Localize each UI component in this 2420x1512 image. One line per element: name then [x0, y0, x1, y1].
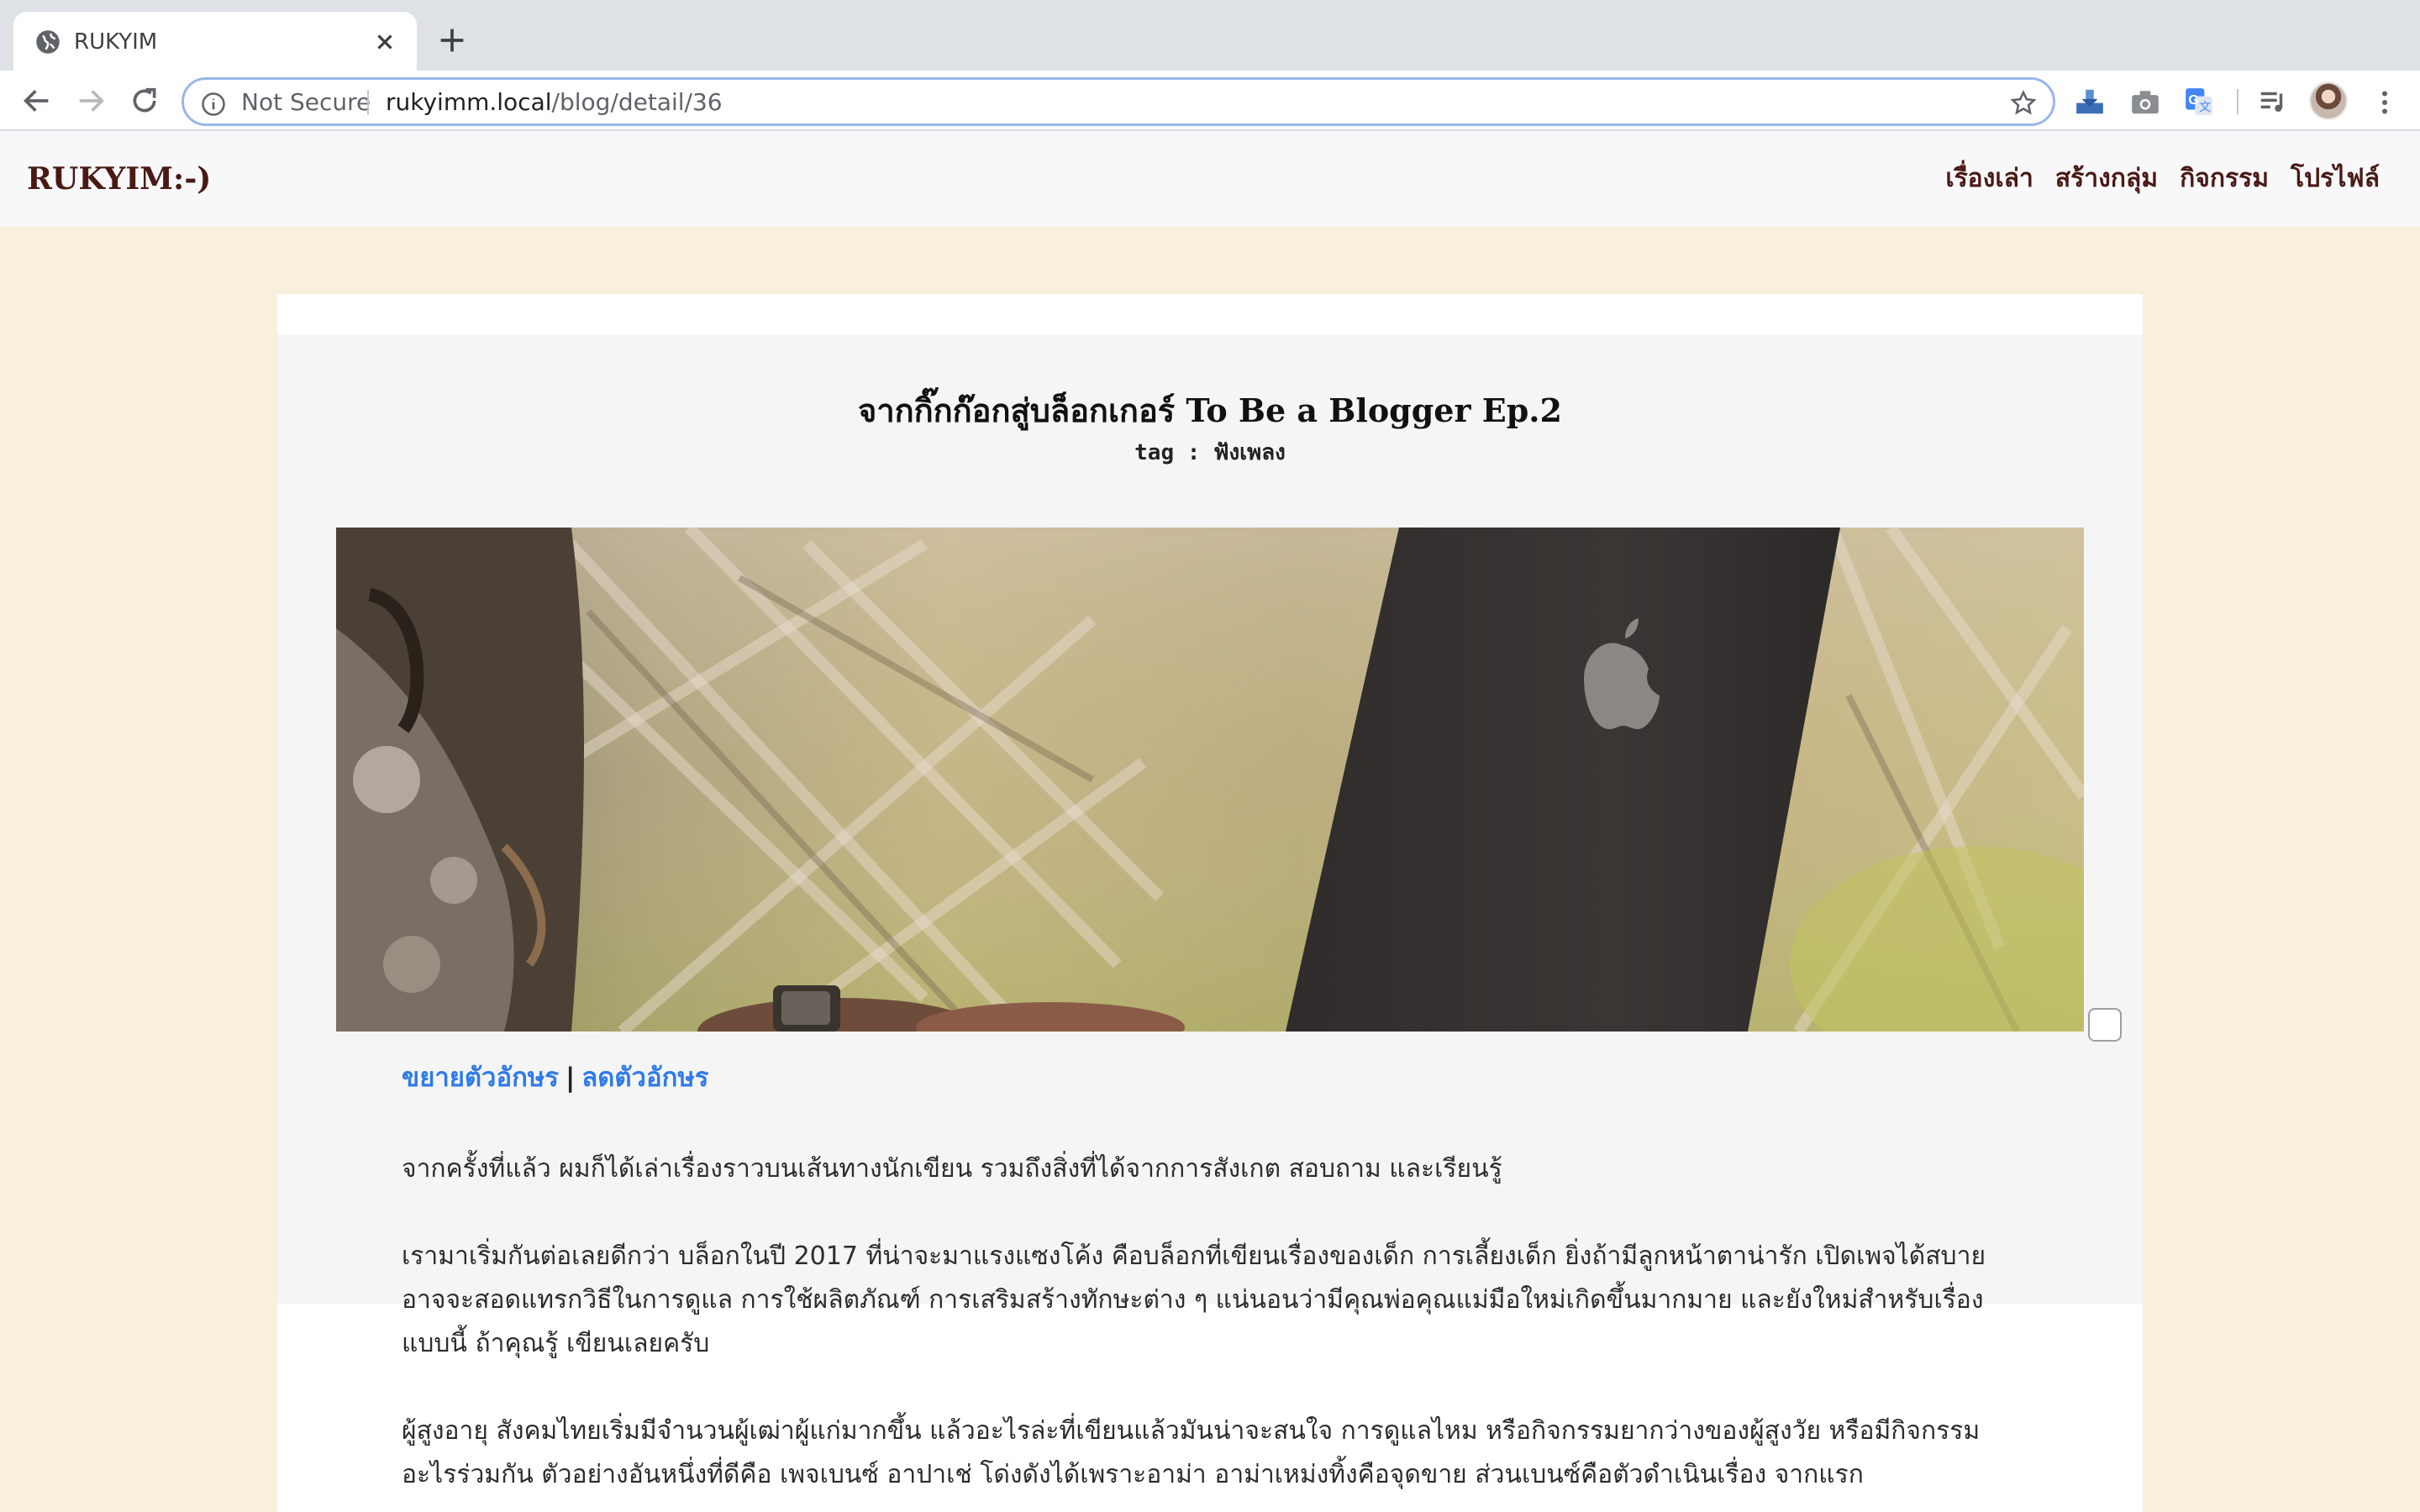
profile-avatar[interactable]	[2309, 81, 2348, 120]
svg-text:G: G	[2188, 93, 2198, 108]
new-tab-icon[interactable]	[435, 24, 469, 57]
url-host: rukyimm.local	[386, 88, 552, 116]
decrease-font-link[interactable]: ลดตัวอักษร	[581, 1063, 708, 1093]
browser-tabstrip: RUKYIM	[0, 0, 2420, 71]
post-checkbox[interactable]	[2088, 1008, 2122, 1042]
post-tag: tag : ฟังเพลง	[1134, 440, 1286, 465]
post-paragraph-3: ผู้สูงอายุ สังคมไทยเริ่มมีจำนวนผู้เฒ่าผู…	[402, 1416, 1981, 1489]
site-logo[interactable]: RUKYIM:-)	[27, 160, 211, 198]
nav-profile[interactable]: โปรไฟล์	[2291, 160, 2380, 198]
card-top-strip	[277, 294, 2143, 334]
media-queue-icon[interactable]	[2257, 86, 2289, 118]
translate-icon[interactable]: G 文	[2183, 86, 2215, 118]
site-nav: เรื่องเล่า สร้างกลุ่ม กิจกรรม โปรไฟล์	[1945, 160, 2380, 198]
info-icon[interactable]	[201, 92, 226, 117]
reload-icon[interactable]	[128, 84, 161, 118]
nav-stories[interactable]: เรื่องเล่า	[1945, 160, 2033, 198]
forward-icon[interactable]	[74, 84, 108, 118]
browser-toolbar: Not Secure rukyimm.local/blog/detail/36 …	[0, 71, 2420, 131]
post-paragraph-2: เรามาเริ่มกันต่อเลยดีกว่า บล็อกในปี 2017…	[402, 1242, 1986, 1358]
close-tab-icon[interactable]	[370, 27, 400, 57]
url-text[interactable]: rukyimm.local/blog/detail/36	[386, 88, 723, 117]
browser-tab[interactable]: RUKYIM	[13, 12, 417, 71]
globe-icon	[36, 30, 60, 54]
url-path: /blog/detail/36	[551, 88, 723, 116]
site-header: RUKYIM:-) เรื่องเล่า สร้างกลุ่ม กิจกรรม …	[0, 131, 2420, 227]
camera-icon[interactable]	[2129, 86, 2161, 118]
nav-create-group[interactable]: สร้างกลุ่ม	[2055, 160, 2158, 198]
security-label[interactable]: Not Secure	[241, 88, 371, 117]
back-icon[interactable]	[20, 84, 54, 118]
extension-download-icon[interactable]	[2074, 86, 2106, 118]
tab-title: RUKYIM	[74, 29, 158, 55]
url-separator	[367, 90, 369, 115]
increase-font-link[interactable]: ขยายตัวอักษร	[402, 1063, 559, 1093]
address-bar[interactable]: Not Secure rukyimm.local/blog/detail/36	[182, 77, 2055, 126]
post-cover-image	[336, 528, 2084, 1032]
browser-menu-icon[interactable]	[2370, 86, 2400, 119]
post-title: จากกิ๊กก๊อกสู่บล็อกเกอร์ To Be a Blogger…	[858, 391, 1562, 429]
post-paragraph-1: จากครั้งที่แล้ว ผมก็ได้เล่าเรื่องราวบนเส…	[402, 1154, 1502, 1184]
toolbar-divider	[2237, 89, 2238, 114]
font-controls-separator: |	[565, 1063, 576, 1093]
font-size-controls: ขยายตัวอักษร | ลดตัวอักษร	[402, 1060, 708, 1095]
bookmark-star-icon[interactable]	[2009, 89, 2038, 118]
svg-text:文: 文	[2199, 100, 2211, 114]
nav-activities[interactable]: กิจกรรม	[2180, 160, 2269, 198]
